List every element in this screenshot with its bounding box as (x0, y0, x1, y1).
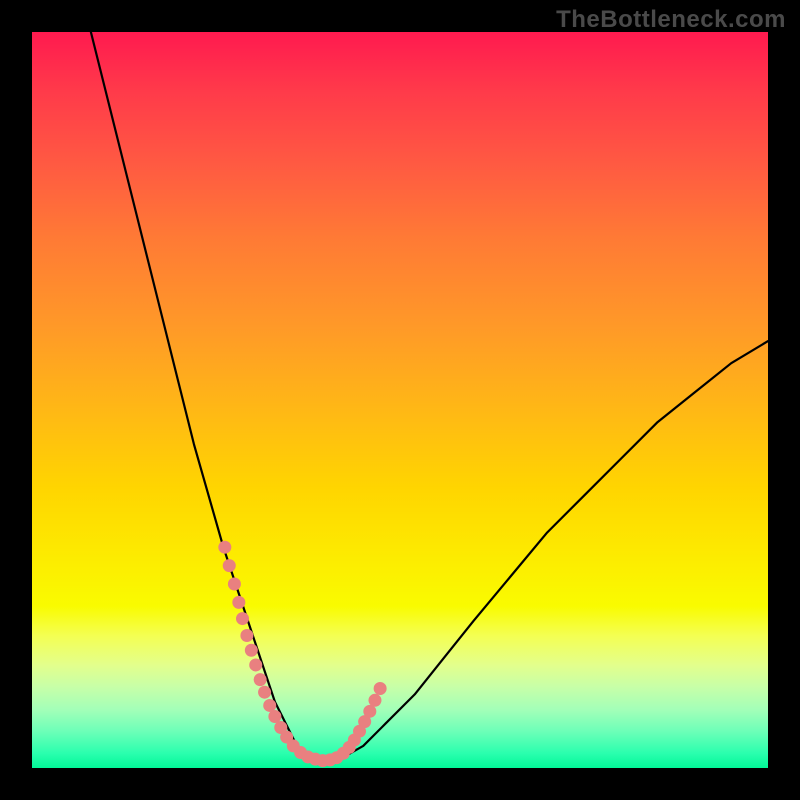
watermark-text: TheBottleneck.com (556, 6, 786, 34)
chart-overlay (32, 32, 768, 768)
highlight-dot (218, 541, 231, 554)
highlight-dot (228, 578, 241, 591)
chart-frame: TheBottleneck.com (0, 0, 800, 800)
highlight-dot (363, 705, 376, 718)
highlight-dot (374, 682, 387, 695)
highlight-dot (368, 694, 381, 707)
highlight-dot (254, 673, 267, 686)
highlight-dot (240, 629, 253, 642)
highlight-dot (236, 612, 249, 625)
highlight-dot (245, 644, 258, 657)
highlight-dot (263, 699, 276, 712)
bottleneck-curve (91, 32, 768, 761)
highlight-dot (258, 686, 271, 699)
highlight-dot (268, 710, 281, 723)
highlight-dots-group (218, 541, 386, 767)
highlight-dot (232, 596, 245, 609)
highlight-dot (249, 658, 262, 671)
highlight-dot (223, 559, 236, 572)
